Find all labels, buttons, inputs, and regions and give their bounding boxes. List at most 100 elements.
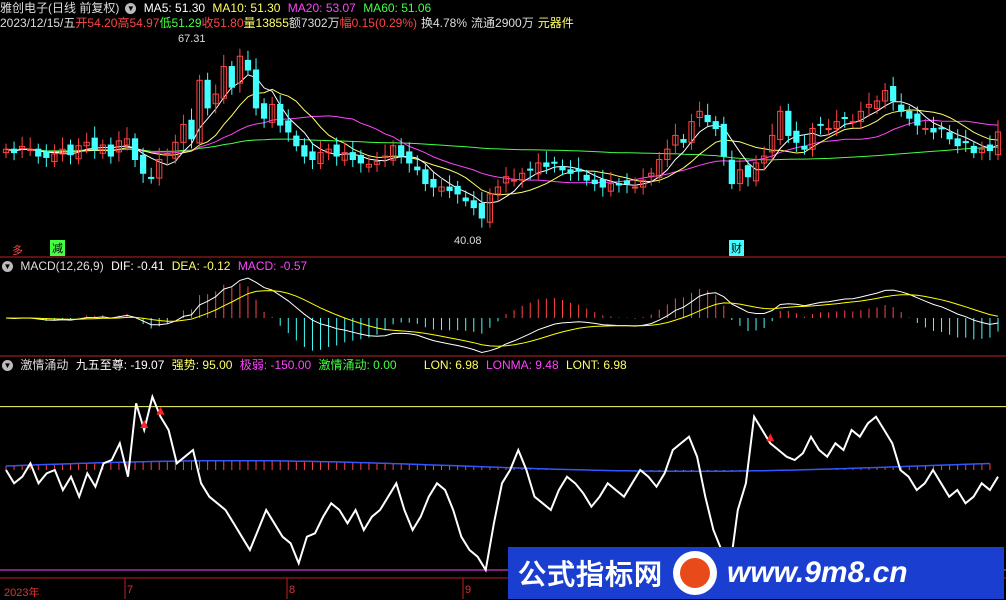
logo-icon [673,551,718,595]
candle-body [454,185,461,195]
candle-body [704,114,711,123]
ma20-value: MA20: 53.07 [287,1,356,15]
candle-body [43,151,50,158]
watermark-text: 公式指标网 [518,559,664,590]
dif-value: DIF: -0.41 [111,259,165,273]
candle-body [970,145,977,154]
sector-value: 元器件 [537,16,574,30]
signal-cai: 财 [729,240,744,256]
turnover-value: 换4.78% [420,16,468,30]
macd-header: ▼ MACD(12,26,9) DIF: -0.41 DEA: -0.12 MA… [0,258,311,274]
candle-body [91,137,98,150]
ind-v4: 激情涌动: 0.00 [318,358,397,372]
candle-body [277,103,284,126]
candle-body [357,154,364,164]
signal-duo: 多 [12,245,23,257]
float-value: 流通2900万 [471,16,534,30]
candle-body [744,165,752,178]
candle-body [67,144,74,156]
ma60-value: MA60: 51.06 [363,1,432,15]
change-value: 幅0.15(0.29%) [339,16,417,30]
candle-body [575,168,582,172]
candle-body [462,197,469,202]
signal-jian: 减 [50,240,65,256]
candle-body [930,128,937,133]
candle-body [527,168,534,171]
candle-body [285,120,292,133]
ma5-value: MA5: 51.30 [143,1,206,15]
candle-body [398,145,405,157]
candle-body [309,151,316,160]
candle-body [623,180,631,185]
high-value: 高54.97 [117,16,160,30]
candle-body [228,66,235,88]
chevron-down-icon[interactable]: ▼ [125,3,137,15]
candle-body [793,130,800,143]
candle-body [801,145,808,150]
candle-body [293,135,300,147]
candle-body [922,128,929,131]
candle-body [954,138,961,147]
candle-body [890,86,897,102]
watermark-banner: 公式指标网 www.9m8.cn [508,547,1004,599]
indicator-header: ▼ 激情涌动 九五至尊: -19.07 强势: 95.00 极弱: -150.0… [0,357,631,373]
ind-v6: LONMA: 9.48 [485,358,559,372]
dea-value: DEA: -0.12 [171,259,231,273]
candle-body [567,169,574,174]
candle-body [188,119,195,140]
ind-v3: 极弱: -150.00 [239,358,312,372]
high-price-label: 67.31 [178,33,206,45]
period-label: (日线 前复权) [48,1,120,15]
x-label-year: 2023年 [4,587,40,599]
x-label-9: 9 [465,584,472,596]
ind-v7: LONT: 6.98 [565,358,627,372]
open-value: 开54.20 [75,16,118,30]
candle-body [986,144,994,152]
candle-body [148,176,155,179]
candle-body [131,138,139,160]
candle-body [946,132,953,140]
stock-chart[interactable] [0,0,1006,599]
candle-body [446,186,453,191]
candle-body [543,162,550,167]
ma10-value: MA10: 51.30 [212,1,281,15]
candle-body [906,110,913,119]
candle-body [478,203,485,219]
candle-body [817,123,824,126]
candle-body [938,127,945,130]
candle-body [728,159,735,185]
macd-value: MACD: -0.57 [237,259,308,273]
candle-body [406,151,413,164]
candle-body [510,179,518,182]
candle-body [430,178,437,188]
candle-body [914,113,921,126]
candle-body [898,104,905,112]
candle-body [139,154,147,174]
candle-body [244,59,252,71]
volume-value: 量13855 [243,16,289,30]
candle-body [825,128,832,131]
chevron-down-icon[interactable]: ▼ [2,261,13,273]
candle-body [551,161,558,164]
candle-body [631,186,639,189]
low-value: 低51.29 [159,16,202,30]
candle-body [583,174,590,181]
ind-v5: LON: 6.98 [423,358,479,372]
ind-name: 激情涌动 [20,358,69,372]
quote-header: 2023/12/15/五开54.20高54.97低51.29收51.80量138… [0,15,578,31]
candle-body [962,141,969,144]
candle-body [615,183,623,186]
candle-body [599,178,606,188]
candle-body [107,144,114,157]
x-label-8: 8 [289,584,296,596]
candle-body [252,69,260,109]
candle-body [414,166,421,171]
candle-body [204,79,211,109]
close-value: 收51.80 [201,16,244,30]
candle-body [349,152,356,160]
ind-v1: 九五至尊: -19.07 [75,358,165,372]
low-price-label: 40.08 [454,235,482,247]
chevron-down-icon[interactable]: ▼ [2,360,13,372]
candle-body [591,179,598,185]
candle-body [559,166,566,171]
